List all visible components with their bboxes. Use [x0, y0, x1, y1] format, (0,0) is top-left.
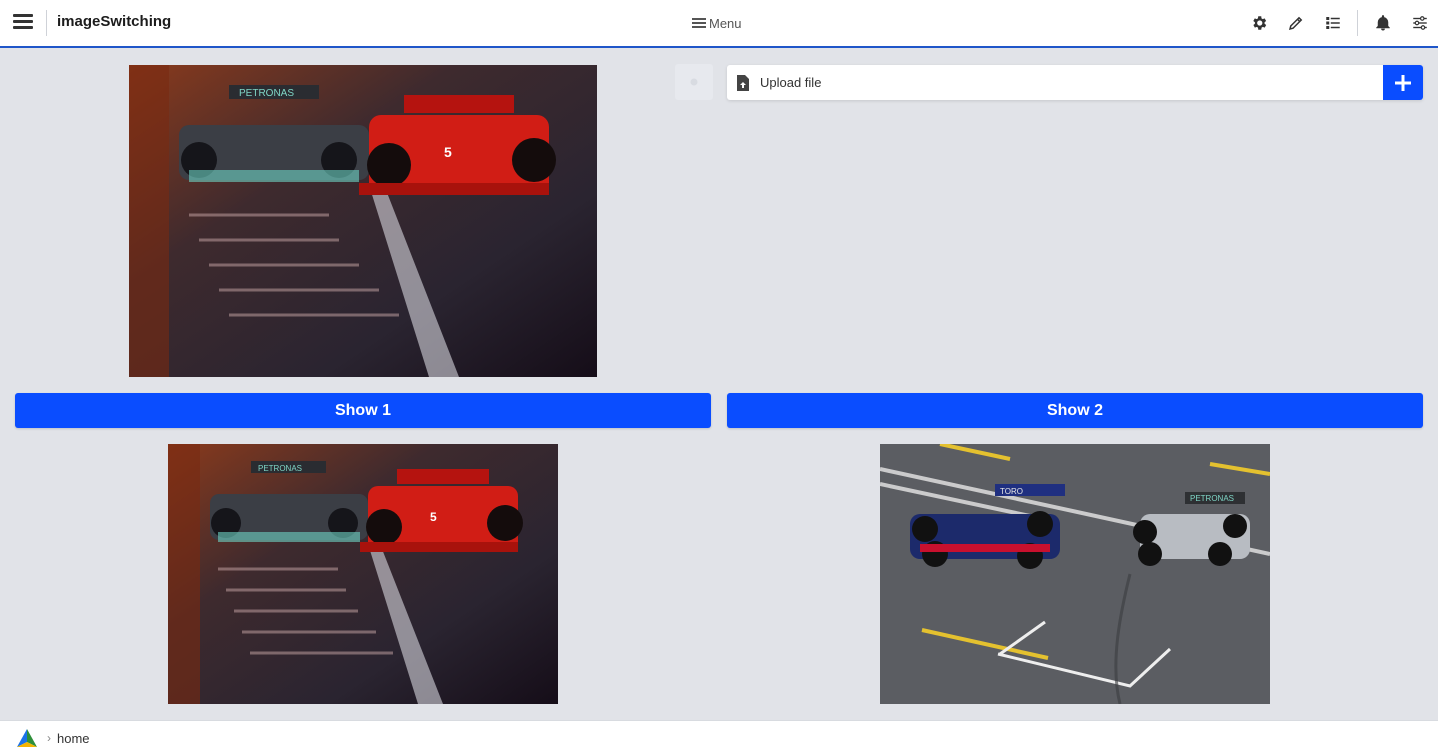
svg-text:PETRONAS: PETRONAS	[239, 88, 294, 99]
upload-label: Upload file	[760, 75, 822, 90]
plus-icon	[1395, 74, 1411, 91]
image-bottom-left: PETRONAS 5	[168, 444, 558, 704]
svg-text:TORO: TORO	[1000, 487, 1023, 496]
settings-icon[interactable]	[1240, 0, 1277, 46]
divider	[46, 10, 47, 36]
menu-button[interactable]: Menu	[692, 16, 742, 31]
add-file-button[interactable]	[1383, 65, 1423, 100]
top-bar: imageSwitching Menu	[0, 0, 1438, 48]
svg-text:PETRONAS: PETRONAS	[1190, 494, 1234, 503]
list-icon[interactable]	[1314, 0, 1351, 46]
toolbar	[1240, 0, 1438, 46]
svg-text:5: 5	[444, 144, 452, 160]
menu-icon[interactable]	[13, 14, 33, 30]
menu-label: Menu	[709, 16, 742, 31]
svg-text:5: 5	[430, 510, 437, 524]
breadcrumb-home[interactable]: home	[57, 731, 90, 746]
edit-icon[interactable]	[1277, 0, 1314, 46]
app-logo[interactable]	[15, 727, 39, 749]
show-1-button[interactable]: Show 1	[15, 393, 711, 428]
gear-icon	[690, 78, 698, 86]
app-title: imageSwitching	[57, 13, 172, 30]
settings-ghost-button[interactable]	[675, 64, 713, 100]
divider	[1357, 10, 1358, 36]
show-2-button[interactable]: Show 2	[727, 393, 1423, 428]
image-bottom-right: TORO PETRONAS	[880, 444, 1270, 704]
footer-bar: › home	[0, 720, 1438, 755]
file-upload-icon	[737, 74, 749, 91]
sliders-icon[interactable]	[1401, 0, 1438, 46]
upload-file-bar[interactable]: Upload file	[727, 65, 1423, 100]
chevron-right-icon: ›	[47, 731, 51, 745]
bell-icon[interactable]	[1364, 0, 1401, 46]
menu-small-icon	[692, 18, 706, 29]
svg-text:PETRONAS: PETRONAS	[258, 464, 302, 473]
image-top-left: PETRONAS 5	[129, 65, 597, 377]
